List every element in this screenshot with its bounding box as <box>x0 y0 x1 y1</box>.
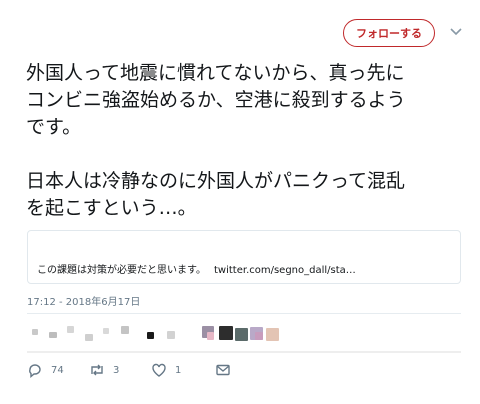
reply-icon <box>29 364 41 378</box>
tweet-actions: 74 3 1 <box>27 362 327 380</box>
avatar[interactable] <box>235 328 248 341</box>
card-text-body: この課題は対策が必要だと思います。 <box>37 265 206 276</box>
like-button[interactable]: 1 <box>151 362 181 378</box>
like-count: 1 <box>175 364 182 376</box>
avatar[interactable] <box>266 328 279 341</box>
reply-button[interactable]: 74 <box>27 362 64 378</box>
avatar[interactable] <box>147 332 154 339</box>
avatar[interactable] <box>103 328 109 334</box>
avatar[interactable] <box>167 331 175 339</box>
heart-icon <box>152 363 166 377</box>
avatar[interactable] <box>207 332 214 340</box>
avatar[interactable] <box>121 326 129 334</box>
envelope-icon <box>216 364 230 376</box>
quoted-card[interactable]: この課題は対策が必要だと思います。 twitter.com/segno_dall/… <box>27 230 461 284</box>
divider-bottom <box>27 351 461 353</box>
tweet-timestamp[interactable]: 17:12 - 2018年6月17日 <box>27 293 140 308</box>
tweet-text: 外国人って地震に慣れてないから、真っ先に コンビニ強盗始めるか、空港に殺到するよ… <box>26 60 466 222</box>
tweet-paragraph-1: 外国人って地震に慣れてないから、真っ先に コンビニ強盗始めるか、空港に殺到するよ… <box>26 62 406 138</box>
avatar[interactable] <box>219 326 233 340</box>
reply-count: 74 <box>51 364 64 376</box>
retweet-icon <box>91 364 103 376</box>
follow-button-label: フォローする <box>356 27 422 40</box>
avatar[interactable] <box>85 334 93 341</box>
avatar[interactable] <box>32 329 38 335</box>
chevron-down-icon[interactable] <box>449 27 463 37</box>
message-button[interactable] <box>215 362 231 378</box>
retweet-button[interactable]: 3 <box>89 362 119 378</box>
avatar[interactable] <box>67 326 74 333</box>
tweet-paragraph-2: 日本人は冷静なのに外国人がパニクって混乱 を起こすという…。 <box>26 170 406 219</box>
card-link[interactable]: twitter.com/segno_dall/sta… <box>214 265 356 276</box>
liker-avatars[interactable] <box>27 322 327 344</box>
divider-top <box>27 313 461 314</box>
follow-button[interactable]: フォローする <box>343 19 435 47</box>
card-text: この課題は対策が必要だと思います。 twitter.com/segno_dall/… <box>37 261 356 276</box>
retweet-count: 3 <box>113 364 120 376</box>
avatar[interactable] <box>255 332 263 340</box>
avatar[interactable] <box>49 332 57 338</box>
